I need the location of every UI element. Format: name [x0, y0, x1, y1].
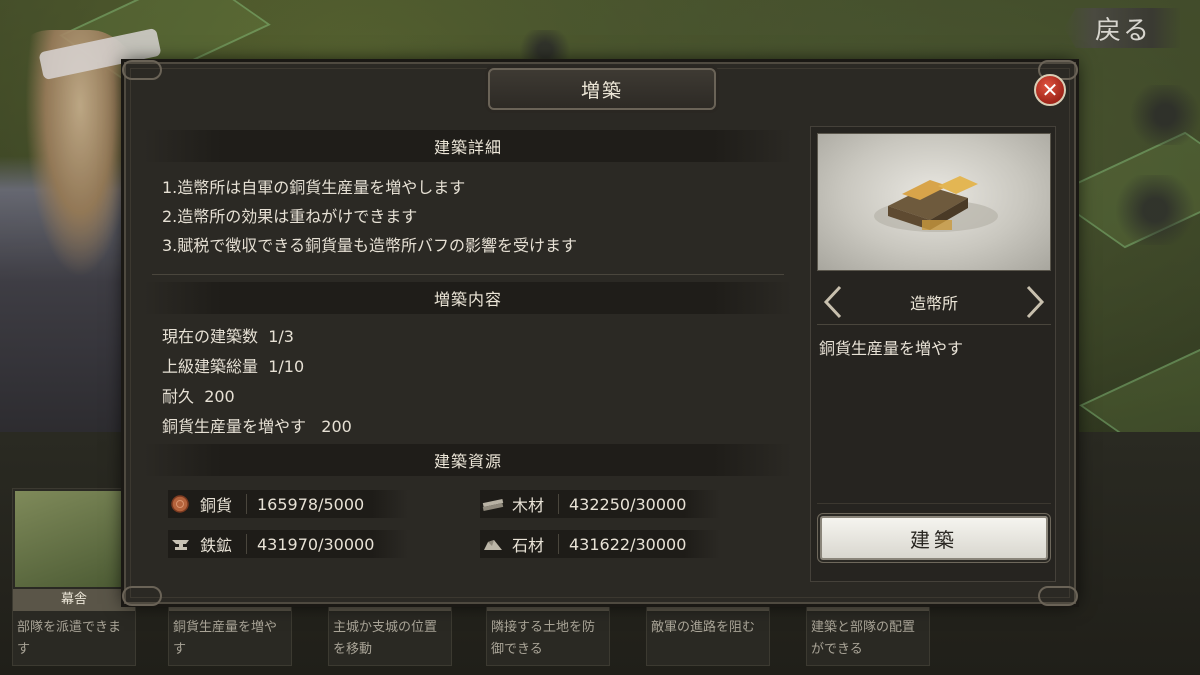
- resource-stone: 石材 431622/30000: [480, 530, 720, 558]
- section-header-details: 建築詳細: [144, 130, 792, 162]
- content-label: 上級建築総量: [162, 357, 259, 376]
- building-selector: 造幣所: [817, 279, 1051, 325]
- close-button[interactable]: ✕: [1034, 74, 1066, 106]
- resource-wood: 木材 432250/30000: [480, 490, 720, 518]
- building-card-name: 幕舎: [13, 589, 135, 611]
- resource-value: 165978/5000: [257, 494, 365, 514]
- resource-value: 432250/30000: [569, 494, 687, 514]
- content-row: 耐久 200: [162, 383, 235, 407]
- resource-name: 銅貨: [200, 496, 233, 515]
- content-label: 現在の建築数: [162, 327, 259, 346]
- troop-marker: [1110, 175, 1200, 245]
- build-button[interactable]: 建築: [820, 516, 1048, 560]
- resource-name: 鉄鉱: [200, 536, 233, 555]
- detail-line: 3.賦税で徴収できる銅貨量も造幣所バフの影響を受けます: [162, 236, 577, 255]
- dialog-title: 増築: [488, 68, 716, 110]
- separator: [246, 494, 247, 514]
- content-value: 200: [204, 387, 235, 406]
- build-button-label: 建築: [910, 527, 958, 552]
- building-thumbnail: [15, 491, 133, 587]
- divider: [152, 274, 784, 275]
- content-row: 現在の建築数 1/3: [162, 323, 294, 347]
- building-preview-image: [817, 133, 1051, 271]
- building-card-desc: 部隊を派遣できます: [17, 620, 122, 657]
- troop-marker: [1125, 85, 1200, 145]
- building-card-desc: 敵軍の進路を阻む: [651, 620, 756, 635]
- separator: [558, 494, 559, 514]
- building-card-desc: 銅貨生産量を増やす: [173, 620, 278, 657]
- building-card[interactable]: 幕舎 部隊を派遣できます: [12, 488, 136, 666]
- frame-ornament: [122, 586, 162, 606]
- building-card-desc: 建築と部隊の配置ができる: [811, 620, 916, 657]
- detail-line: 1.造幣所は自軍の銅貨生産量を増やします: [162, 178, 466, 197]
- resource-copper: 銅貨 165978/5000: [168, 490, 408, 518]
- content-label: 耐久: [162, 387, 195, 406]
- anvil-icon: [170, 534, 190, 554]
- close-icon: ✕: [1041, 78, 1059, 102]
- building-info-panel: 造幣所 銅貨生産量を増やす 所要時間 05:00:00: [810, 126, 1056, 582]
- frame-ornament: [122, 60, 162, 80]
- content-value: 1/10: [268, 357, 305, 376]
- detail-line: 2.造幣所の効果は重ねがけできます: [162, 207, 418, 226]
- frame-ornament: [1038, 586, 1078, 606]
- copper-coin-icon: [170, 494, 190, 514]
- building-description: 銅貨生産量を増やす: [819, 339, 964, 358]
- wood-icon: [482, 494, 504, 514]
- resource-iron: 鉄鉱 431970/30000: [168, 530, 408, 558]
- stone-icon: [482, 534, 502, 554]
- expand-dialog: 増築 ✕ 建築詳細 1.造幣所は自軍の銅貨生産量を増やします 2.造幣所の効果は…: [122, 60, 1078, 606]
- section-header-resources: 建築資源: [144, 444, 792, 476]
- resource-value: 431970/30000: [257, 534, 375, 554]
- separator: [246, 534, 247, 554]
- next-arrow-button[interactable]: [1023, 284, 1047, 320]
- content-row: 銅貨生産量を増やす 200: [162, 413, 352, 437]
- resource-name: 石材: [512, 536, 545, 555]
- content-value: 200: [321, 417, 352, 436]
- content-label: 銅貨生産量を増やす: [162, 417, 307, 436]
- separator: [558, 534, 559, 554]
- prev-arrow-button[interactable]: [821, 284, 845, 320]
- resource-value: 431622/30000: [569, 534, 687, 554]
- details-panel: 建築詳細 1.造幣所は自軍の銅貨生産量を増やします 2.造幣所の効果は重ねがけで…: [144, 122, 792, 584]
- building-card-desc: 隣接する土地を防御できる: [491, 620, 596, 657]
- content-row: 上級建築総量 1/10: [162, 353, 304, 377]
- resource-name: 木材: [512, 496, 545, 515]
- back-button[interactable]: 戻る: [1064, 8, 1182, 48]
- building-name: 造幣所: [909, 293, 958, 313]
- building-card-desc: 主城か支城の位置を移動: [333, 620, 438, 657]
- section-header-contents: 増築内容: [144, 282, 792, 314]
- content-value: 1/3: [268, 327, 294, 346]
